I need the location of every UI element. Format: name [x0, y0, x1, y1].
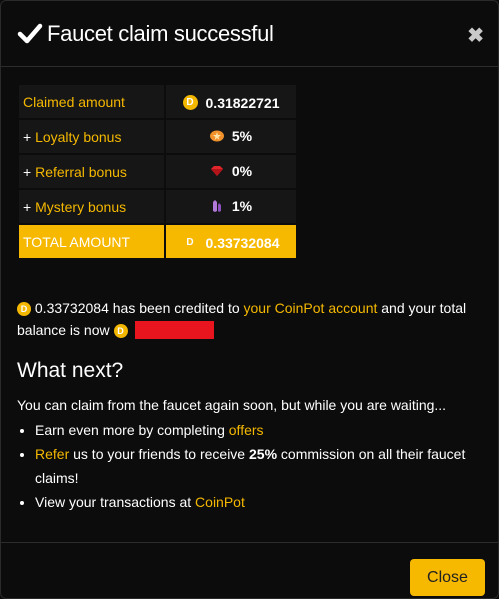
what-next-heading: What next?	[17, 359, 124, 382]
red-gem-icon	[210, 165, 223, 176]
table-row-total: TOTAL AMOUNT D 0.33732084	[19, 225, 296, 258]
coinpot-link[interactable]: CoinPot	[195, 494, 245, 510]
offers-link[interactable]: offers	[229, 422, 264, 438]
credited-amount: 0.33732084	[34, 300, 109, 316]
commission-percent: 25%	[249, 446, 278, 462]
list-item: Earn even more by completing offers	[35, 418, 475, 442]
table-row: Claimed amount D 0.31822721	[19, 85, 296, 118]
list-item: View your transactions at CoinPot	[35, 490, 475, 514]
row-label-mystery-bonus: Mystery bonus	[35, 198, 127, 215]
footer-divider	[1, 542, 498, 543]
table-row: + Loyalty bonus 5%	[19, 120, 296, 153]
claimed-amount-value: 0.31822721	[205, 94, 280, 111]
coinpot-account-link[interactable]: your CoinPot account	[244, 300, 378, 316]
mystery-bonus-value: 1%	[231, 197, 253, 214]
row-label-referral-bonus: Referral bonus	[35, 163, 127, 180]
row-label-claimed-amount: Claimed amount	[23, 93, 125, 110]
dialog-title: Faucet claim successful	[47, 20, 274, 46]
close-icon[interactable]: ✖	[467, 23, 484, 48]
checkmark-icon	[17, 23, 43, 43]
table-row: + Mystery bonus 1%	[19, 190, 296, 223]
orange-badge-icon	[209, 130, 224, 141]
dialog-header: Faucet claim successful	[1, 1, 498, 67]
refer-link[interactable]: Refer	[35, 446, 69, 462]
coin-icon: D	[113, 324, 128, 339]
list-item: Refer us to your friends to receive 25% …	[35, 442, 475, 490]
coin-icon: D	[186, 237, 194, 249]
redacted-balance	[135, 321, 215, 339]
faucet-claim-dialog: Faucet claim successful ✖ Claimed amount…	[0, 0, 499, 599]
total-amount-label: TOTAL AMOUNT	[19, 225, 164, 258]
coin-icon: D	[182, 95, 198, 111]
row-label-loyalty-bonus: Loyalty bonus	[35, 128, 122, 145]
claim-summary-table: Claimed amount D 0.31822721 + Loyalty bo…	[17, 83, 298, 260]
loyalty-bonus-value: 5%	[231, 127, 253, 144]
table-row: + Referral bonus 0%	[19, 155, 296, 188]
referral-bonus-value: 0%	[231, 162, 253, 179]
close-button[interactable]: Close	[410, 559, 485, 596]
credit-message: D 0.33732084 has been credited to your C…	[17, 300, 467, 339]
total-amount-value: 0.33732084	[205, 234, 280, 251]
what-next-list: Earn even more by completing offers Refe…	[17, 418, 475, 514]
coin-icon: D	[17, 302, 31, 317]
what-next-intro: You can claim from the faucet again soon…	[17, 397, 447, 413]
purple-crystal-icon	[212, 199, 221, 212]
